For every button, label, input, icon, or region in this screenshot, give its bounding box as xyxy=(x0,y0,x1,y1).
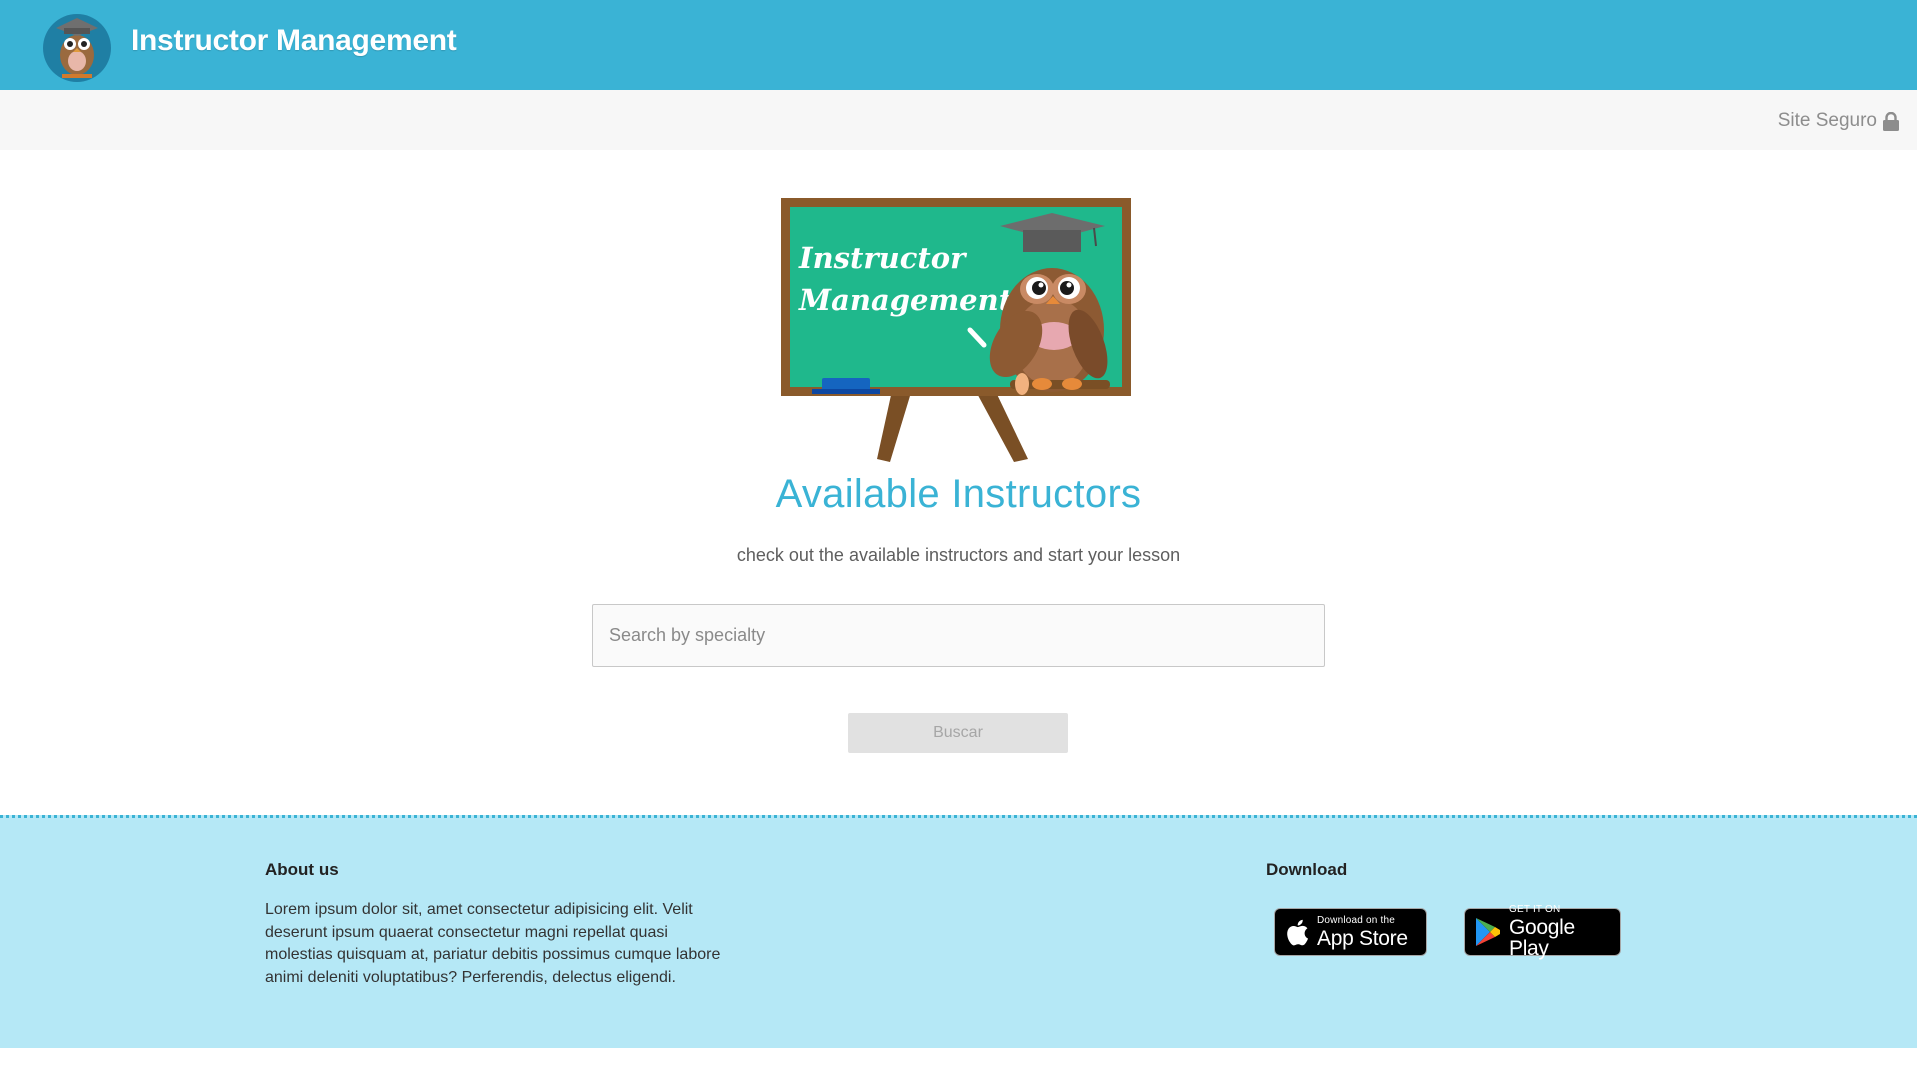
footer: About us Lorem ipsum dolor sit, amet con… xyxy=(0,815,1917,1048)
about-us-heading: About us xyxy=(265,860,339,879)
app-store-badge[interactable]: Download on the App Store xyxy=(1274,908,1427,956)
top-navbar: Instructor Management xyxy=(0,0,1917,90)
owl-logo-icon[interactable] xyxy=(42,8,112,82)
page-subtitle: check out the available instructors and … xyxy=(736,545,1181,565)
download-heading: Download xyxy=(1266,860,1348,879)
search-button[interactable]: Buscar xyxy=(848,713,1068,753)
google-play-big-text: Google Play xyxy=(1508,916,1575,960)
chalkboard-owl-illustration: Instructor Management xyxy=(781,198,1131,462)
google-play-icon xyxy=(1475,918,1500,946)
specialty-search-input[interactable] xyxy=(592,604,1325,667)
board-text-line2: Management xyxy=(798,283,1013,317)
app-title[interactable]: Instructor Management xyxy=(131,24,457,58)
app-store-small-text: Download on the xyxy=(1317,914,1396,926)
lock-icon xyxy=(1883,111,1899,131)
secure-bar: Site Seguro xyxy=(0,90,1917,150)
secure-site-indicator: Site Seguro xyxy=(1778,110,1899,132)
google-play-small-text: GET IT ON xyxy=(1508,904,1561,915)
apple-icon xyxy=(1287,919,1308,945)
about-us-text: Lorem ipsum dolor sit, amet consectetur … xyxy=(265,901,721,986)
board-text-line1: Instructor xyxy=(798,241,968,275)
page-title: Available Instructors xyxy=(775,472,1142,516)
google-play-badge[interactable]: GET IT ON Google Play xyxy=(1464,904,1621,960)
secure-label: Site Seguro xyxy=(1777,110,1877,131)
app-store-big-text: App Store xyxy=(1317,926,1408,950)
